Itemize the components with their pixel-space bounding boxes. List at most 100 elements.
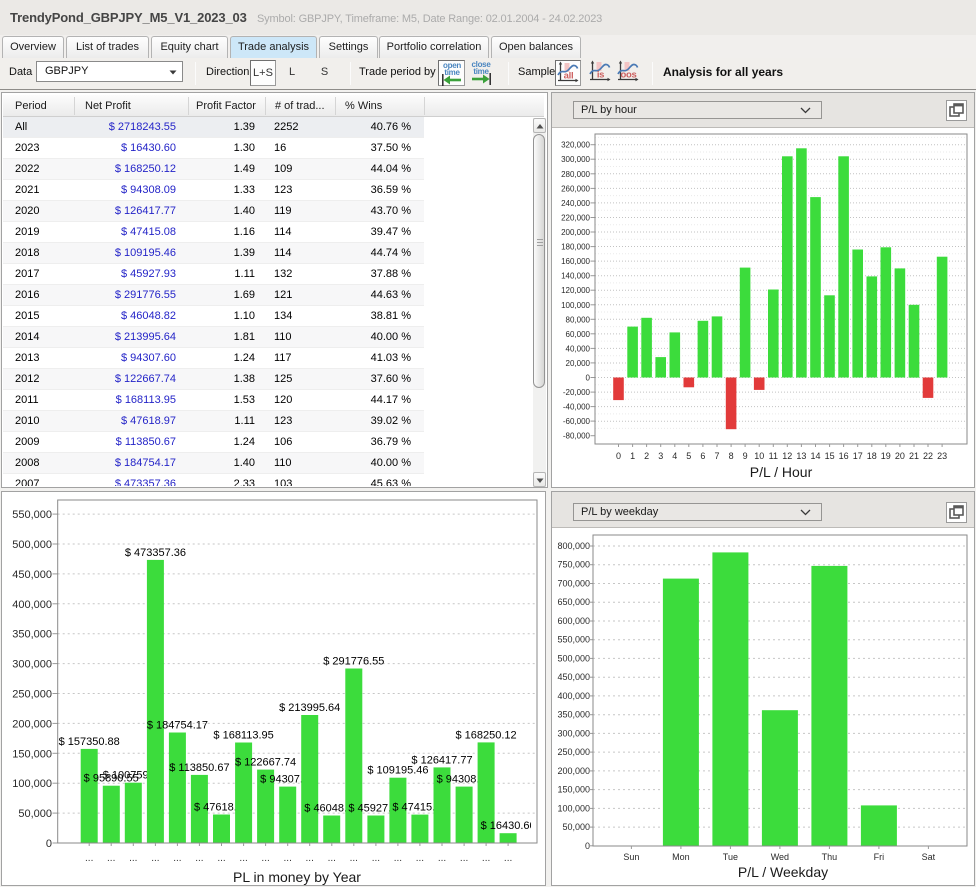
svg-text:20,000: 20,000 — [566, 359, 591, 368]
svg-text:220,000: 220,000 — [561, 214, 590, 223]
svg-text:21: 21 — [909, 451, 919, 461]
svg-text:200,000: 200,000 — [561, 228, 590, 237]
svg-text:$ 213995.64: $ 213995.64 — [279, 702, 340, 714]
svg-text:800,000: 800,000 — [557, 541, 590, 551]
svg-text:50,000: 50,000 — [18, 808, 52, 820]
svg-text:1: 1 — [630, 451, 635, 461]
svg-text:350,000: 350,000 — [557, 710, 590, 720]
svg-text:...: ... — [85, 853, 93, 864]
svg-text:0: 0 — [586, 374, 591, 383]
svg-text:...: ... — [350, 853, 358, 864]
svg-text:80,000: 80,000 — [566, 315, 591, 324]
svg-text:280,000: 280,000 — [561, 170, 590, 179]
svg-text:...: ... — [416, 853, 424, 864]
svg-text:2: 2 — [644, 451, 649, 461]
svg-text:120,000: 120,000 — [561, 286, 590, 295]
svg-text:60,000: 60,000 — [566, 330, 591, 339]
svg-text:...: ... — [217, 853, 225, 864]
svg-text:P/L / Weekday: P/L / Weekday — [738, 864, 828, 880]
svg-text:16: 16 — [839, 451, 849, 461]
svg-text:22: 22 — [923, 451, 933, 461]
svg-text:200,000: 200,000 — [12, 718, 52, 730]
svg-text:450,000: 450,000 — [12, 569, 52, 581]
svg-text:13: 13 — [796, 451, 806, 461]
svg-text:is: is — [596, 70, 603, 81]
svg-text:$ 291776.55: $ 291776.55 — [323, 656, 384, 668]
svg-text:260,000: 260,000 — [561, 184, 590, 193]
svg-text:Mon: Mon — [672, 852, 690, 862]
svg-text:0: 0 — [616, 451, 621, 461]
svg-text:40,000: 40,000 — [566, 344, 591, 353]
svg-text:$ 184754.17: $ 184754.17 — [147, 720, 208, 732]
svg-text:200,000: 200,000 — [557, 766, 590, 776]
svg-text:17: 17 — [853, 451, 863, 461]
svg-text:...: ... — [239, 853, 247, 864]
svg-text:...: ... — [306, 853, 314, 864]
svg-text:4: 4 — [672, 451, 677, 461]
svg-text:19: 19 — [881, 451, 891, 461]
svg-text:250,000: 250,000 — [12, 689, 52, 701]
svg-text:$ 168250.12: $ 168250.12 — [456, 729, 517, 741]
svg-text:250,000: 250,000 — [557, 747, 590, 757]
svg-text:450,000: 450,000 — [557, 672, 590, 682]
svg-text:650,000: 650,000 — [557, 597, 590, 607]
svg-text:18: 18 — [867, 451, 877, 461]
svg-text:500,000: 500,000 — [557, 653, 590, 663]
svg-text:...: ... — [482, 853, 490, 864]
svg-text:100,000: 100,000 — [561, 301, 590, 310]
svg-text:550,000: 550,000 — [557, 635, 590, 645]
svg-text:600,000: 600,000 — [557, 616, 590, 626]
svg-text:700,000: 700,000 — [557, 579, 590, 589]
svg-text:11: 11 — [769, 451, 778, 461]
svg-text:$ 473357.36: $ 473357.36 — [125, 547, 186, 559]
svg-text:Fri: Fri — [874, 852, 885, 862]
svg-text:-80,000: -80,000 — [563, 432, 591, 441]
svg-text:Tue: Tue — [723, 852, 738, 862]
svg-text:140,000: 140,000 — [561, 272, 590, 281]
svg-text:-20,000: -20,000 — [563, 388, 591, 397]
svg-text:20: 20 — [895, 451, 905, 461]
svg-text:0: 0 — [46, 838, 52, 850]
svg-text:$ 122667.74: $ 122667.74 — [235, 757, 296, 769]
svg-text:550,000: 550,000 — [12, 509, 52, 521]
svg-text:PL in money by Year: PL in money by Year — [233, 869, 361, 885]
svg-text:100,000: 100,000 — [12, 778, 52, 790]
svg-text:5: 5 — [686, 451, 691, 461]
svg-text:...: ... — [173, 853, 181, 864]
svg-text:all: all — [564, 71, 574, 82]
svg-text:23: 23 — [937, 451, 947, 461]
svg-text:...: ... — [372, 853, 380, 864]
svg-text:oos: oos — [621, 70, 637, 81]
svg-text:Sun: Sun — [623, 852, 639, 862]
svg-text:180,000: 180,000 — [561, 243, 590, 252]
svg-text:...: ... — [328, 853, 336, 864]
svg-text:12: 12 — [782, 451, 792, 461]
svg-text:7: 7 — [714, 451, 719, 461]
svg-text:15: 15 — [825, 451, 835, 461]
svg-text:6: 6 — [700, 451, 705, 461]
svg-text:9: 9 — [743, 451, 748, 461]
svg-text:...: ... — [261, 853, 269, 864]
svg-text:$ 157350.88: $ 157350.88 — [59, 736, 120, 748]
svg-text:$ 168113.95: $ 168113.95 — [213, 730, 273, 742]
svg-text:...: ... — [107, 853, 115, 864]
svg-text:750,000: 750,000 — [557, 560, 590, 570]
svg-text:160,000: 160,000 — [561, 257, 590, 266]
svg-text:...: ... — [438, 853, 446, 864]
svg-text:14: 14 — [810, 451, 820, 461]
svg-text:8: 8 — [729, 451, 734, 461]
svg-text:300,000: 300,000 — [12, 659, 52, 671]
svg-text:...: ... — [195, 853, 203, 864]
svg-text:Thu: Thu — [822, 852, 838, 862]
svg-text:$ 126417.77: $ 126417.77 — [411, 754, 472, 766]
svg-text:400,000: 400,000 — [12, 599, 52, 611]
svg-text:time: time — [444, 68, 460, 77]
svg-text:time: time — [473, 67, 489, 76]
svg-text:-60,000: -60,000 — [563, 417, 591, 426]
svg-text:10: 10 — [754, 451, 764, 461]
svg-text:...: ... — [460, 853, 468, 864]
svg-text:$ 113850.67: $ 113850.67 — [169, 762, 229, 774]
svg-text:400,000: 400,000 — [557, 691, 590, 701]
svg-text:$ 16430.60: $ 16430.60 — [481, 820, 536, 832]
svg-text:...: ... — [504, 853, 512, 864]
